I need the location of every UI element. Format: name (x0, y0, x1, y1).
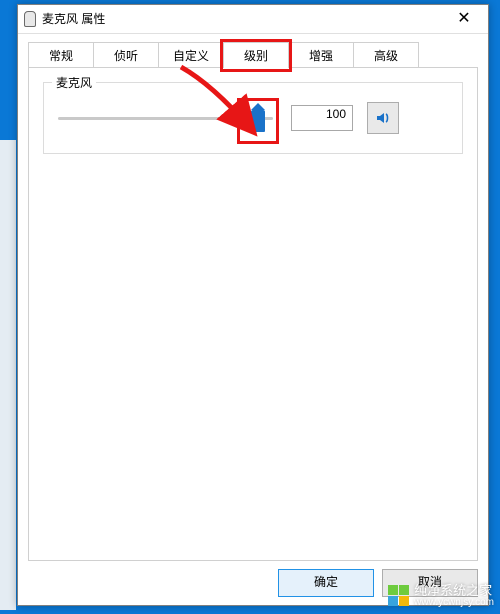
tab-level[interactable]: 级别 (223, 42, 289, 68)
group-label: 麦克风 (52, 74, 96, 91)
microphone-group: 麦克风 100 (43, 82, 463, 154)
volume-value[interactable]: 100 (291, 105, 353, 131)
annotation-highlight-box (237, 98, 279, 144)
slider-thumb[interactable] (251, 110, 265, 132)
tab-advanced[interactable]: 高级 (353, 42, 419, 68)
close-button[interactable]: ✕ (444, 5, 484, 33)
tab-label: 常规 (49, 49, 73, 63)
ok-button[interactable]: 确定 (278, 569, 374, 597)
tab-panel-level: 麦克风 100 (28, 67, 478, 561)
tab-strip: 常规 侦听 自定义 级别 增强 高级 (28, 42, 478, 68)
window-title: 麦克风 属性 (42, 5, 444, 33)
microphone-icon (24, 11, 36, 27)
tab-label: 级别 (244, 49, 268, 63)
watermark-url: www.ycwnjsy.com (414, 597, 494, 608)
titlebar: 麦克风 属性 ✕ (18, 5, 488, 34)
microphone-properties-dialog: 麦克风 属性 ✕ 常规 侦听 自定义 级别 增强 高级 麦克风 (17, 4, 489, 606)
tab-label: 自定义 (173, 49, 209, 63)
mute-toggle-button[interactable] (367, 102, 399, 134)
watermark-text: 纯净系统之家 www.ycwnjsy.com (414, 584, 494, 608)
desktop-strip (0, 140, 16, 610)
tab-label: 侦听 (114, 49, 138, 63)
slider-row: 100 (44, 83, 462, 153)
tab-listen[interactable]: 侦听 (93, 42, 159, 68)
watermark-name: 纯净系统之家 (414, 584, 494, 597)
tab-custom[interactable]: 自定义 (158, 42, 224, 68)
volume-slider[interactable] (58, 106, 273, 130)
tab-general[interactable]: 常规 (28, 42, 94, 68)
tabs-container: 常规 侦听 自定义 级别 增强 高级 麦克风 (18, 34, 488, 561)
desktop: 麦克风 属性 ✕ 常规 侦听 自定义 级别 增强 高级 麦克风 (0, 0, 500, 614)
button-label: 确定 (314, 575, 338, 589)
tab-label: 高级 (374, 49, 398, 63)
tab-label: 增强 (309, 49, 333, 63)
watermark: 纯净系统之家 www.ycwnjsy.com (388, 584, 494, 608)
speaker-icon (375, 110, 391, 126)
tab-enhance[interactable]: 增强 (288, 42, 354, 68)
watermark-logo-icon (388, 585, 410, 607)
